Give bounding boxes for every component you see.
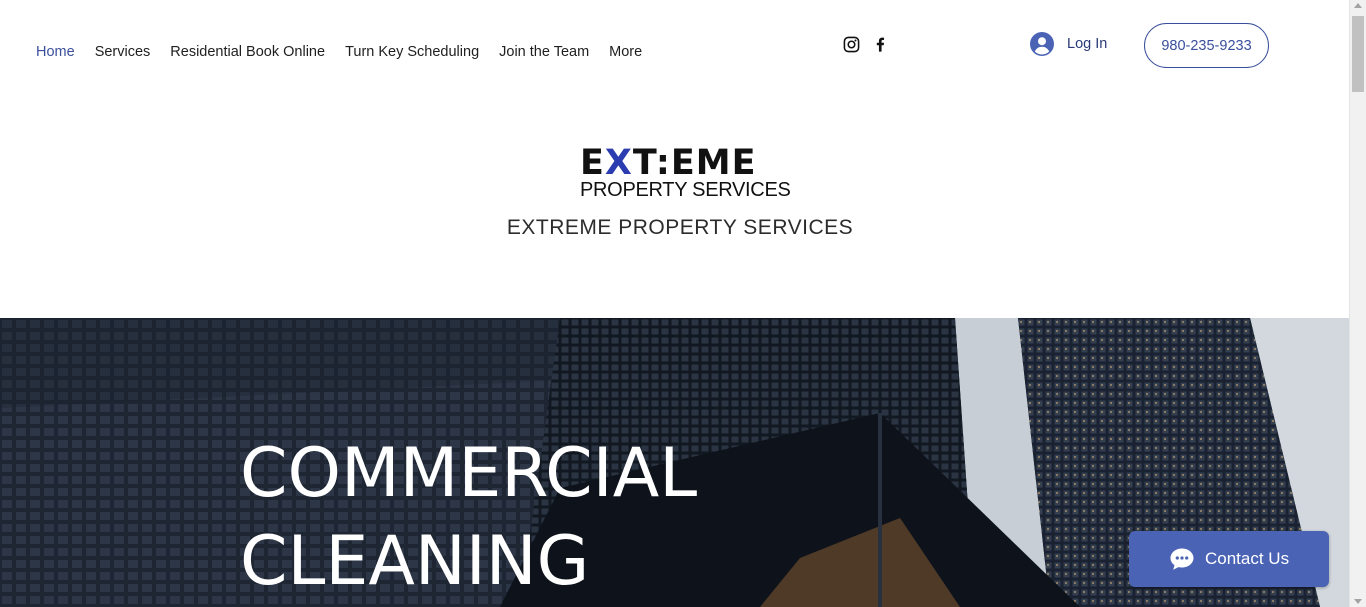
user-avatar-icon (1030, 32, 1054, 56)
phone-button[interactable]: 980-235-9233 (1144, 23, 1269, 68)
nav-item-services[interactable]: Services (85, 40, 161, 64)
facebook-icon[interactable] (872, 36, 889, 53)
hero-heading: COMMERCIAL CLEANING (240, 430, 697, 606)
scroll-down-arrow-icon[interactable] (1354, 599, 1362, 604)
instagram-icon[interactable] (843, 36, 860, 53)
scroll-thumb[interactable] (1352, 16, 1364, 92)
nav-item-join-the-team[interactable]: Join the Team (489, 40, 599, 64)
hero-heading-line2: CLEANING (240, 522, 590, 601)
main-nav: Home Services Residential Book Online Tu… (26, 40, 652, 64)
site-title: EXTREME PROPERTY SERVICES (506, 216, 854, 239)
social-bar (843, 36, 889, 53)
hero-heading-line1: COMMERCIAL (240, 434, 698, 513)
contact-us-button[interactable]: Contact Us (1129, 531, 1329, 587)
logo-subtitle: PROPERTY SERVICES (580, 179, 791, 201)
nav-item-home[interactable]: Home (26, 40, 85, 64)
scroll-up-arrow-icon[interactable] (1354, 3, 1362, 8)
chat-bubble-icon (1170, 548, 1194, 570)
login-label: Log In (1067, 36, 1108, 52)
site-logo[interactable]: EXT:EME PROPERTY SERVICES (580, 143, 791, 201)
page-scrollbar[interactable] (1349, 0, 1366, 607)
nav-item-turn-key-scheduling[interactable]: Turn Key Scheduling (335, 40, 489, 64)
nav-item-residential-book-online[interactable]: Residential Book Online (160, 40, 335, 64)
login-button[interactable]: Log In (1030, 32, 1107, 56)
contact-us-label: Contact Us (1205, 549, 1290, 568)
site-header: Home Services Residential Book Online Tu… (0, 0, 1349, 318)
nav-item-more[interactable]: More (599, 40, 652, 64)
logo-wordmark: EXT:EME (580, 143, 757, 183)
